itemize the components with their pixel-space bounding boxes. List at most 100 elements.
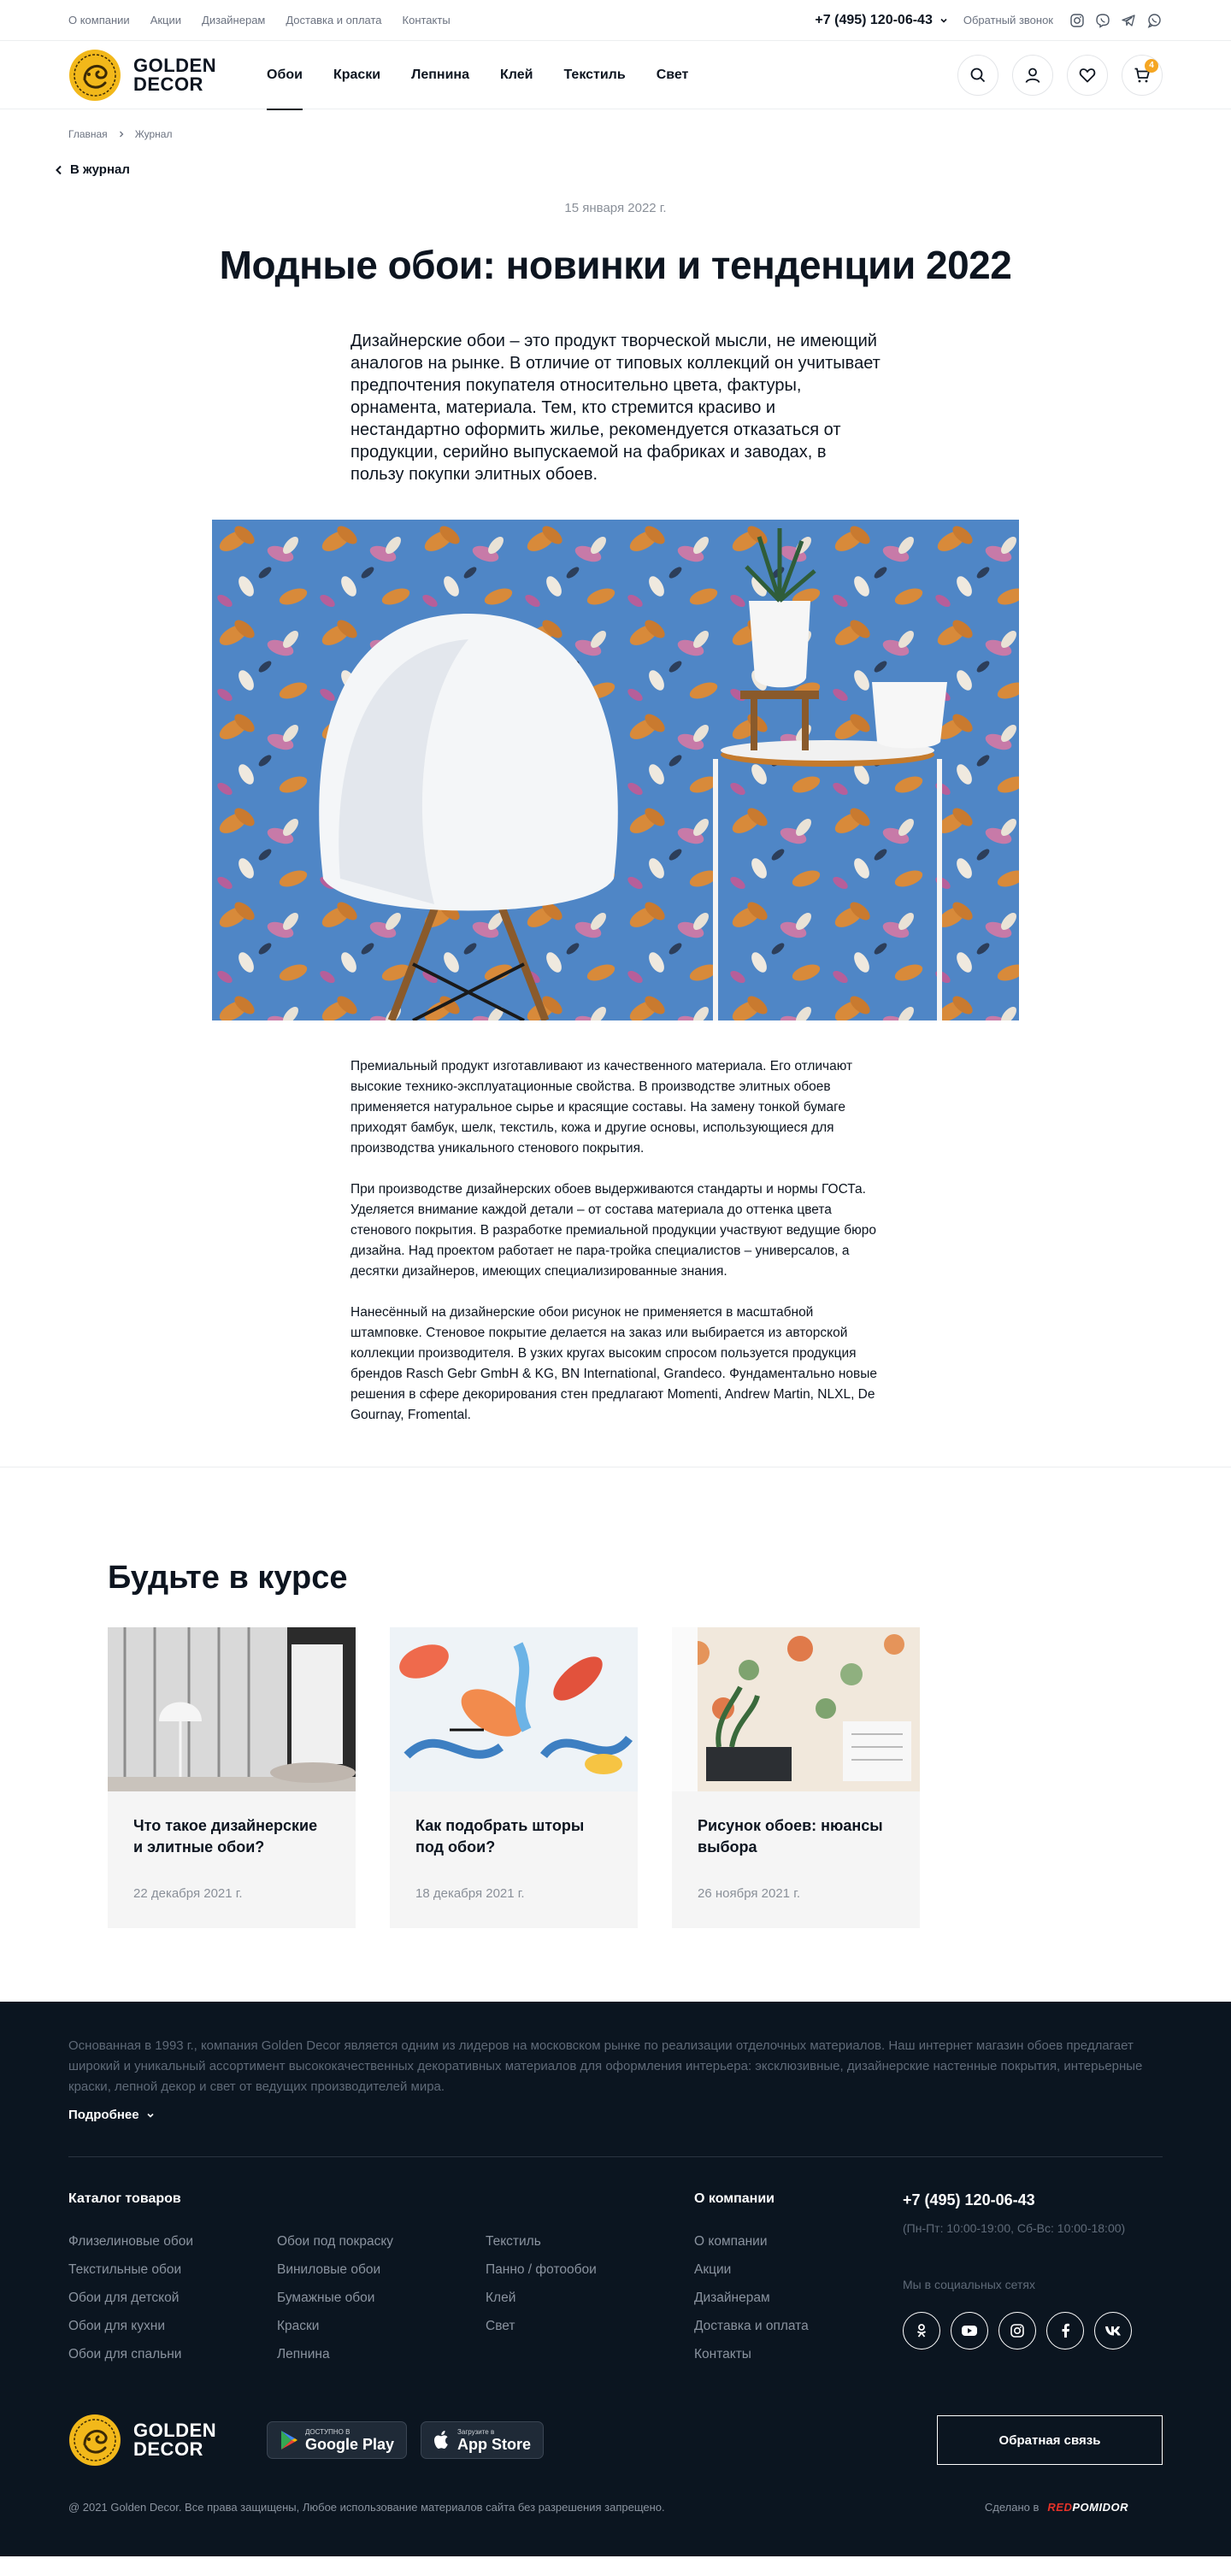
company-heading: О компании	[694, 2191, 775, 2206]
cart-button[interactable]: 4	[1122, 54, 1163, 96]
footer-logo[interactable]: GOLDEN DECOR	[68, 2414, 267, 2467]
catalog-link[interactable]: Бумажные обои	[277, 2291, 486, 2306]
vk-icon[interactable]	[1094, 2312, 1132, 2350]
article-title: Модные обои: новинки и тенденции 2022	[219, 243, 1012, 287]
favorites-button[interactable]	[1067, 54, 1108, 96]
made-by-label: Сделано в	[984, 2501, 1040, 2514]
callback-link[interactable]: Обратный звонок	[963, 14, 1053, 26]
footer-bottom: GOLDEN DECOR ДОСТУПНО В Google Play Загру…	[68, 2414, 1163, 2467]
more-link[interactable]: Подробнее	[68, 2108, 1163, 2122]
google-play-badge[interactable]: ДОСТУПНО В Google Play	[267, 2421, 408, 2459]
card-image	[672, 1627, 920, 1791]
card-image	[108, 1627, 356, 1791]
catalog-link[interactable]: Лепнина	[277, 2347, 486, 2362]
whatsapp-icon[interactable]	[1146, 12, 1163, 29]
nav-item-light[interactable]: Свет	[657, 41, 689, 109]
article-paragraph: Нанесённый на дизайнерские обои рисунок …	[350, 1305, 877, 1422]
top-bar: О компании Акции Дизайнерам Доставка и о…	[0, 0, 1231, 41]
chevron-down-icon	[147, 2113, 154, 2118]
article-body: Премиальный продукт изготавливают из кач…	[350, 1056, 881, 1426]
footer: Основанная в 1993 г., компания Golden De…	[0, 2002, 1231, 2556]
youtube-icon[interactable]	[951, 2312, 988, 2350]
instagram-icon[interactable]	[998, 2312, 1036, 2350]
logo-text: GOLDEN DECOR	[133, 2420, 217, 2460]
catalog-link[interactable]: Клей	[486, 2291, 694, 2306]
back-to-journal-link[interactable]: В журнал	[0, 140, 1231, 177]
catalog-link[interactable]: Панно / фотообои	[486, 2262, 694, 2278]
footer-company: О компании О компании Акции Дизайнерам Д…	[694, 2191, 903, 2362]
chevron-down-icon	[940, 18, 947, 23]
search-icon	[970, 68, 986, 82]
company-link[interactable]: О компании	[694, 2234, 903, 2250]
header-actions: 4	[957, 54, 1163, 96]
top-link-about[interactable]: О компании	[68, 14, 130, 26]
telegram-icon[interactable]	[1120, 12, 1137, 29]
logo-text: GOLDEN DECOR	[133, 54, 217, 95]
app-store-badge[interactable]: Загрузите в App Store	[421, 2421, 545, 2459]
company-link[interactable]: Акции	[694, 2262, 903, 2278]
top-link-contacts[interactable]: Контакты	[403, 14, 451, 26]
company-link[interactable]: Доставка и оплата	[694, 2319, 903, 2334]
catalog-link[interactable]: Обои под покраску	[277, 2234, 486, 2250]
footer-legal: @ 2021 Golden Decor. Все права защищены,…	[68, 2501, 1163, 2514]
company-link[interactable]: Контакты	[694, 2347, 903, 2362]
facebook-icon[interactable]	[1046, 2312, 1084, 2350]
top-link-designers[interactable]: Дизайнерам	[202, 14, 265, 26]
viber-icon[interactable]	[1094, 12, 1111, 29]
nav-item-moulding[interactable]: Лепнина	[411, 41, 469, 109]
top-bar-right: +7 (495) 120-06-43 Обратный звонок	[815, 12, 1163, 29]
top-link-delivery[interactable]: Доставка и оплата	[286, 14, 381, 26]
heart-icon	[1079, 68, 1096, 82]
card-title: Рисунок обоев: нюансы выбора	[698, 1817, 883, 1856]
catalog-link[interactable]: Обои для детской	[68, 2291, 277, 2306]
store-badges: ДОСТУПНО В Google Play Загрузите в App Sto…	[267, 2421, 545, 2459]
phone-dropdown[interactable]: +7 (495) 120-06-43	[815, 13, 947, 28]
nav-item-textile[interactable]: Текстиль	[563, 41, 625, 109]
apple-icon	[434, 2431, 448, 2449]
nav-item-wallpaper[interactable]: Обои	[267, 41, 303, 110]
phone-number: +7 (495) 120-06-43	[815, 12, 933, 27]
footer-catalog: Каталог товаров Флизелиновые обои Обои п…	[68, 2191, 694, 2362]
agency-logo[interactable]: REDPOMIDOR	[1047, 2501, 1128, 2514]
catalog-link[interactable]: Виниловые обои	[277, 2262, 486, 2278]
article-card[interactable]: Как подобрать шторы под обои? 18 декабря…	[390, 1627, 638, 1928]
instagram-icon[interactable]	[1069, 12, 1086, 29]
footer-about-text: Основанная в 1993 г., компания Golden De…	[68, 2038, 1143, 2094]
top-link-promo[interactable]: Акции	[150, 14, 181, 26]
copyright: @ 2021 Golden Decor. Все права защищены,…	[68, 2501, 665, 2514]
card-date: 26 ноября 2021 г.	[698, 1886, 800, 1901]
catalog-heading: Каталог товаров	[68, 2191, 181, 2206]
chevron-left-icon	[56, 165, 62, 174]
company-link[interactable]: Дизайнерам	[694, 2291, 903, 2306]
catalog-link[interactable]: Обои для кухни	[68, 2319, 277, 2334]
social-label: Мы в социальных сетях	[903, 2278, 1035, 2291]
catalog-link[interactable]: Свет	[486, 2319, 694, 2334]
breadcrumb-current[interactable]: Журнал	[135, 128, 173, 140]
footer-contacts: +7 (495) 120-06-43 (Пн-Пт: 10:00-19:00, …	[903, 2191, 1163, 2362]
catalog-link[interactable]: Обои для спальни	[68, 2347, 277, 2362]
catalog-link[interactable]: Текстиль	[486, 2234, 694, 2250]
related-title: Будьте в курсе	[108, 1560, 348, 1596]
card-title: Что такое дизайнерские и элитные обои?	[133, 1817, 318, 1856]
article-card[interactable]: Что такое дизайнерские и элитные обои? 2…	[108, 1627, 356, 1928]
article-lead: Дизайнерские обои – это продукт творческ…	[350, 332, 881, 484]
card-date: 18 декабря 2021 г.	[415, 1886, 525, 1901]
user-icon	[1025, 68, 1040, 83]
main-nav: Обои Краски Лепнина Клей Текстиль Свет	[267, 41, 689, 110]
nav-item-paints[interactable]: Краски	[333, 41, 380, 109]
account-button[interactable]	[1012, 54, 1053, 96]
breadcrumb-home[interactable]: Главная	[68, 128, 108, 140]
logo[interactable]: GOLDEN DECOR	[68, 49, 267, 102]
chevron-right-icon	[119, 131, 124, 138]
search-button[interactable]	[957, 54, 998, 96]
nav-item-glue[interactable]: Клей	[500, 41, 533, 109]
ok-icon[interactable]	[903, 2312, 940, 2350]
article-date: 15 января 2022 г.	[564, 201, 667, 215]
callback-button[interactable]: Обратная связь	[937, 2415, 1163, 2465]
catalog-link[interactable]: Флизелиновые обои	[68, 2234, 277, 2250]
catalog-link[interactable]: Краски	[277, 2319, 486, 2334]
catalog-link[interactable]: Текстильные обои	[68, 2262, 277, 2278]
article-card[interactable]: Рисунок обоев: нюансы выбора 26 ноября 2…	[672, 1627, 920, 1928]
google-play-icon	[281, 2431, 297, 2450]
footer-phone[interactable]: +7 (495) 120-06-43	[903, 2191, 1035, 2208]
